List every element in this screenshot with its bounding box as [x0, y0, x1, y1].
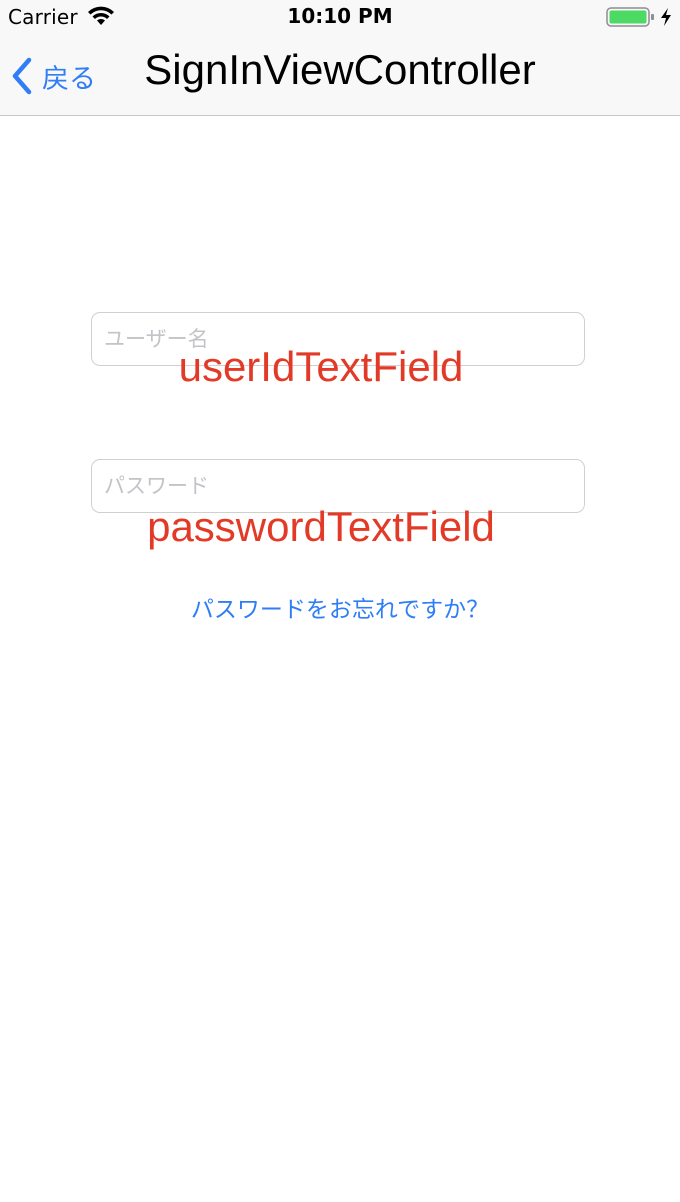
password-input[interactable] [91, 459, 585, 513]
status-time: 10:10 PM [287, 4, 393, 28]
charging-icon [661, 8, 671, 26]
forgot-password-link[interactable]: パスワードをお忘れですか？ [0, 590, 680, 624]
status-bar: Carrier 10:10 PM [0, 0, 680, 36]
sign-in-screen: Carrier 10:10 PM 戻る SignInViewController… [0, 0, 680, 1202]
battery-icon [606, 7, 654, 27]
page-title: SignInViewController [144, 46, 536, 93]
user-id-input[interactable] [91, 312, 585, 366]
navigation-bar: 戻る SignInViewController [0, 36, 680, 116]
